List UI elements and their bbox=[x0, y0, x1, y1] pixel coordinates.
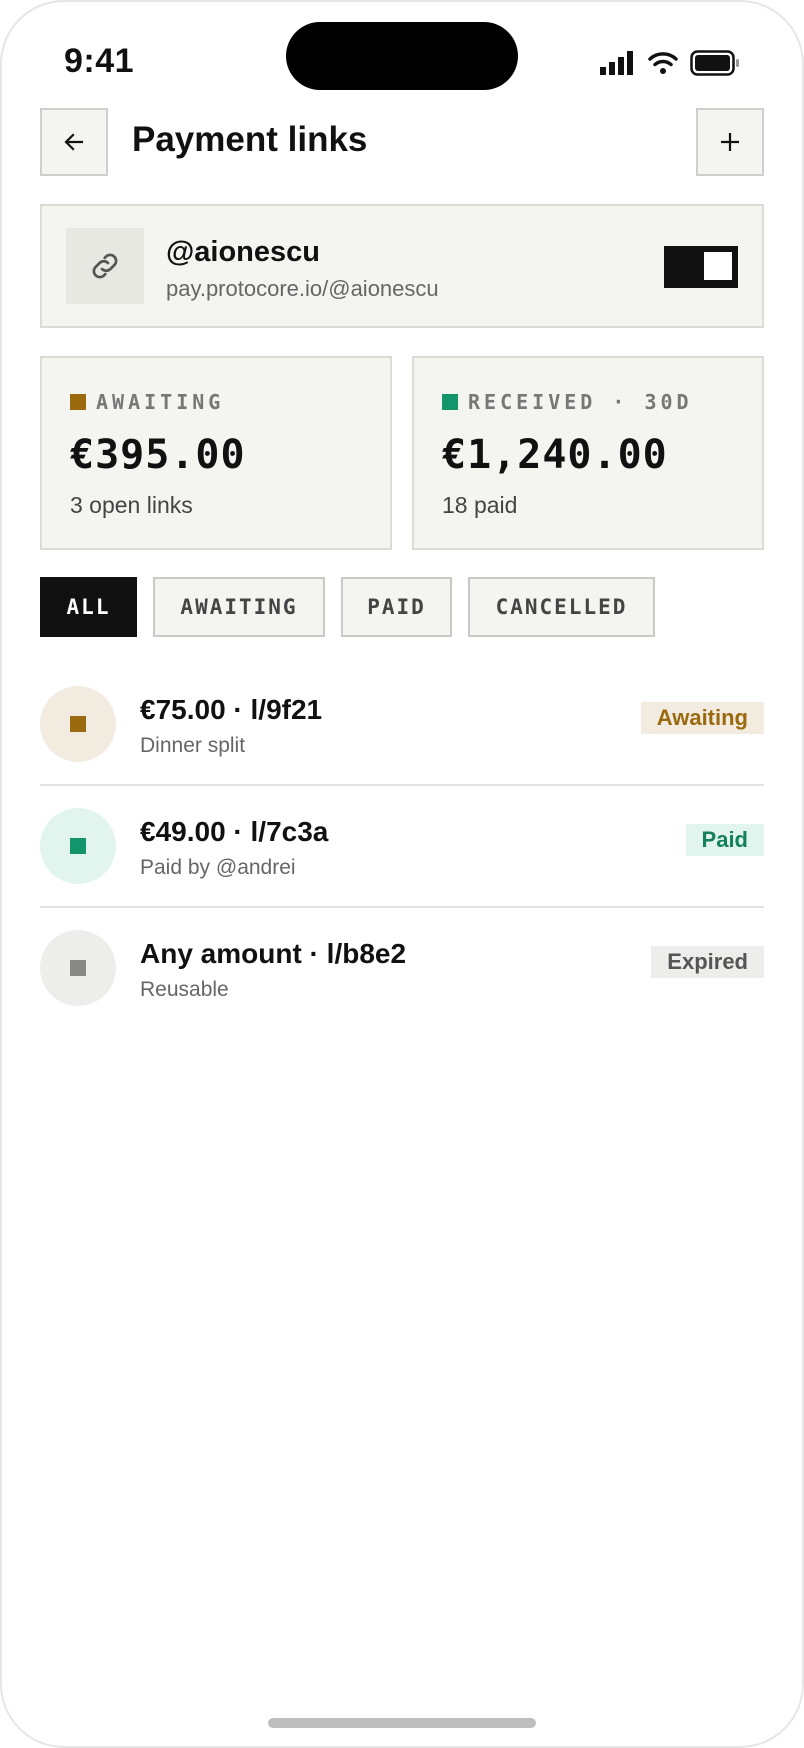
plus-icon bbox=[721, 133, 739, 151]
status-icons bbox=[600, 50, 740, 76]
dynamic-island bbox=[286, 22, 518, 90]
stat-label-awaiting: AWAITING bbox=[70, 390, 224, 414]
expired-square-icon bbox=[70, 960, 86, 976]
awaiting-square-icon bbox=[70, 394, 86, 410]
status-badge: Paid bbox=[685, 824, 764, 856]
stat-label-text: RECEIVED · 30D bbox=[468, 390, 693, 414]
toggle-knob bbox=[704, 252, 732, 280]
link-tile bbox=[66, 228, 144, 304]
home-indicator[interactable] bbox=[268, 1718, 536, 1728]
filter-chip-cancelled[interactable]: CANCELLED bbox=[468, 577, 655, 637]
received-square-icon bbox=[442, 394, 458, 410]
link-subtitle: Paid by @andrei bbox=[140, 856, 296, 879]
link-icon bbox=[92, 253, 118, 279]
handle-url[interactable]: pay.protocore.io/@aionescu bbox=[166, 276, 439, 302]
battery-icon bbox=[690, 50, 739, 76]
wifi-icon bbox=[648, 52, 678, 74]
status-time: 9:41 bbox=[64, 42, 135, 80]
stat-card-awaiting: AWAITING €395.00 3 open links bbox=[40, 356, 392, 550]
filter-chip-all[interactable]: ALL bbox=[40, 577, 137, 637]
link-row[interactable]: €75.00 · l/9f21 Dinner split Awaiting bbox=[40, 664, 764, 786]
handle-toggle[interactable] bbox=[664, 246, 738, 288]
filter-chip-paid[interactable]: PAID bbox=[341, 577, 452, 637]
link-avatar bbox=[40, 930, 116, 1006]
filter-chip-awaiting[interactable]: AWAITING bbox=[153, 577, 325, 637]
link-avatar bbox=[40, 686, 116, 762]
cellular-signal-icon bbox=[600, 51, 633, 75]
link-avatar bbox=[40, 808, 116, 884]
handle-name: @aionescu bbox=[166, 236, 320, 268]
stat-sub-awaiting: 3 open links bbox=[70, 492, 193, 518]
stat-card-received: RECEIVED · 30D €1,240.00 18 paid bbox=[412, 356, 764, 550]
status-badge: Expired bbox=[651, 946, 764, 978]
back-button[interactable] bbox=[40, 108, 108, 176]
link-subtitle: Reusable bbox=[140, 978, 229, 1001]
stat-value-awaiting: €395.00 bbox=[70, 432, 246, 478]
link-title: €49.00 · l/7c3a bbox=[140, 816, 329, 847]
link-title: Any amount · l/b8e2 bbox=[140, 938, 407, 969]
status-badge: Awaiting bbox=[640, 702, 764, 734]
link-subtitle: Dinner split bbox=[140, 734, 246, 757]
stat-value-received: €1,240.00 bbox=[442, 432, 668, 478]
stat-sub-received: 18 paid bbox=[442, 492, 518, 518]
paid-square-icon bbox=[70, 838, 86, 854]
link-row[interactable]: Any amount · l/b8e2 Reusable Expired bbox=[40, 908, 764, 1030]
page-title: Payment links bbox=[132, 120, 368, 159]
link-title: €75.00 · l/9f21 bbox=[140, 694, 323, 725]
link-row[interactable]: €49.00 · l/7c3a Paid by @andrei Paid bbox=[40, 786, 764, 908]
awaiting-square-icon bbox=[70, 716, 86, 732]
stat-label-received: RECEIVED · 30D bbox=[442, 390, 693, 414]
phone-screen: 9:41 Payment links @aionescu pay.protoco… bbox=[0, 0, 804, 1748]
arrow-left-icon bbox=[64, 133, 84, 151]
stat-label-text: AWAITING bbox=[96, 390, 225, 414]
handle-card[interactable]: @aionescu pay.protocore.io/@aionescu bbox=[40, 204, 764, 328]
add-link-button[interactable] bbox=[696, 108, 764, 176]
